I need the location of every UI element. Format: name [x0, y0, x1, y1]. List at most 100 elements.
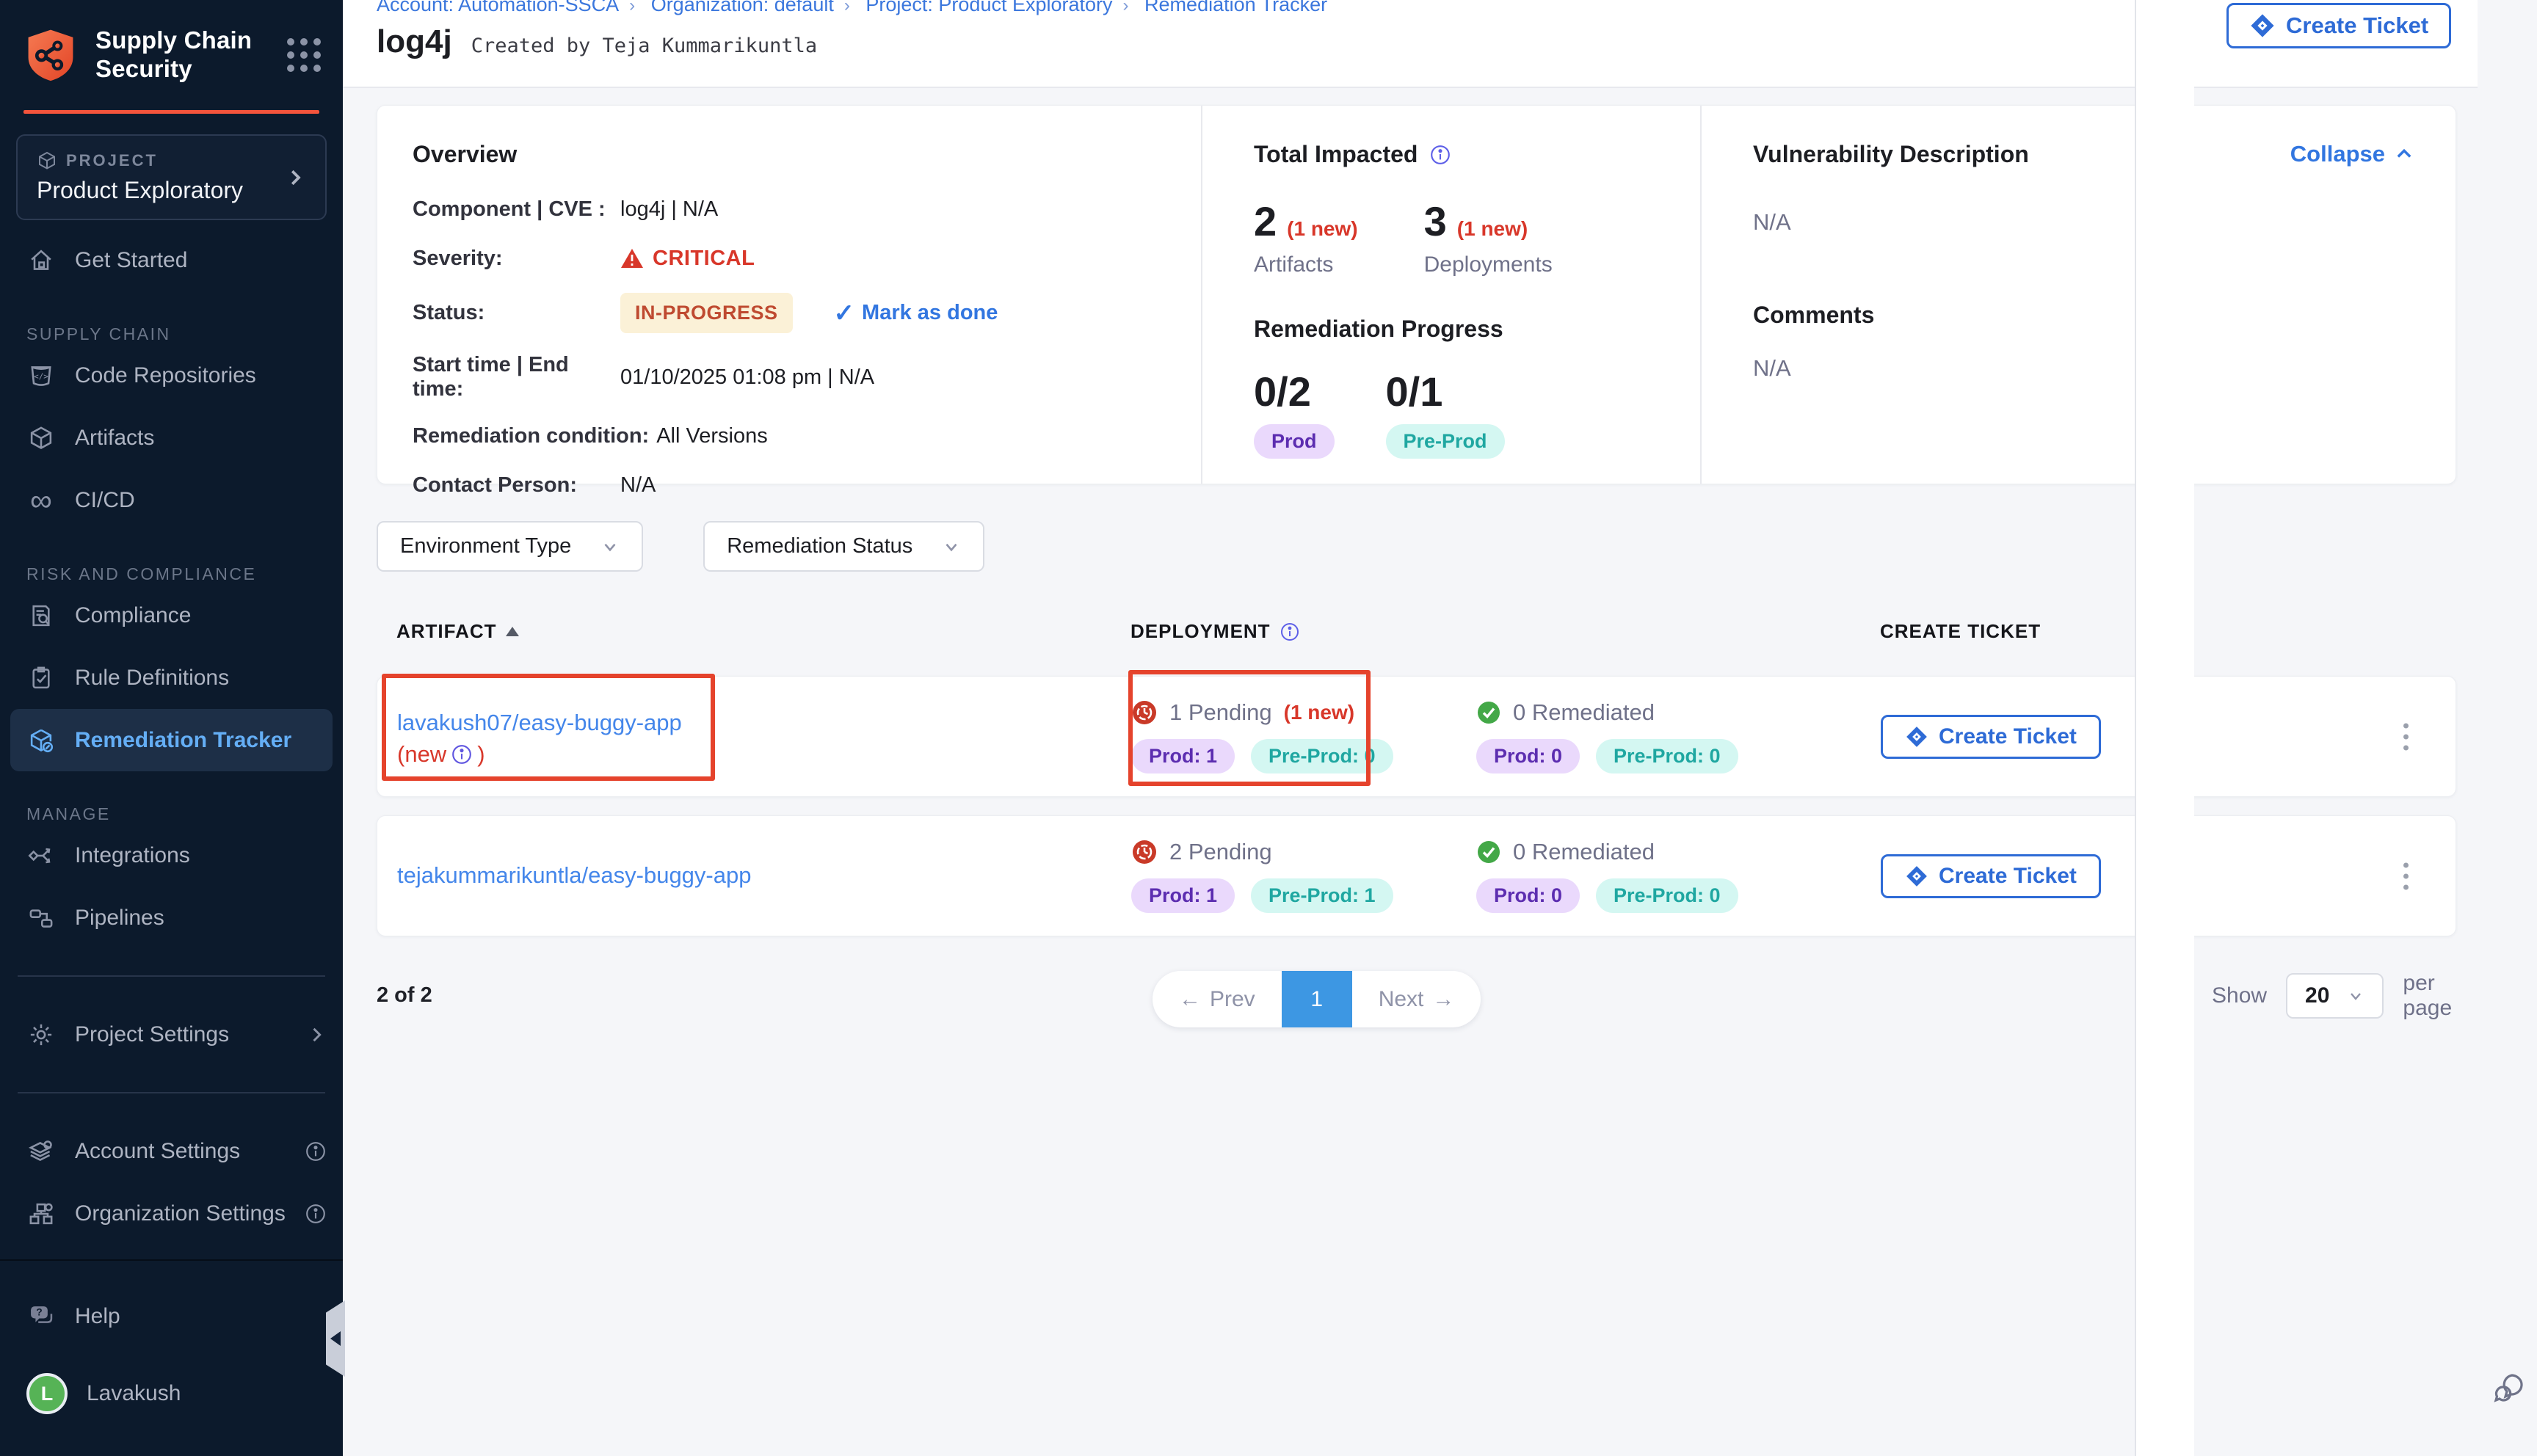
breadcrumb: Account: Automation-SSCA › Organization: … [377, 0, 1327, 16]
cube-icon [26, 425, 56, 451]
comments-heading: Comments [1753, 302, 2414, 329]
project-name: Product Exploratory [37, 177, 284, 204]
sidebar-item-label: Project Settings [75, 1022, 229, 1047]
current-page-button[interactable]: 1 [1282, 971, 1352, 1027]
app-switcher-grid-icon[interactable] [287, 38, 321, 72]
deploy-preprod-pill: Pre-Prod: 0 [1251, 739, 1393, 774]
info-icon[interactable] [1429, 144, 1451, 166]
breadcrumb-project-link[interactable]: Project: Product Exploratory [865, 0, 1112, 15]
infinity-icon: ∞ [26, 489, 56, 512]
contact-label: Contact Person: [413, 473, 620, 498]
artifacts-count: 2 [1254, 197, 1277, 245]
sidebar-item-organization-settings[interactable]: Organization Settings [0, 1182, 343, 1245]
remediation-tracker-page: Supply Chain Security PROJECT Product Ex… [0, 0, 2537, 1456]
sidebar-item-label: Organization Settings [75, 1201, 286, 1226]
project-selector[interactable]: PROJECT Product Exploratory [16, 134, 327, 220]
svg-text:?: ? [36, 1306, 43, 1318]
sidebar-item-remediation-tracker[interactable]: Remediation Tracker [10, 709, 333, 771]
check-icon: ✓ [834, 299, 855, 328]
create-ticket-button-header[interactable]: Create Ticket [2226, 3, 2451, 48]
create-ticket-button-row[interactable]: Create Ticket [1881, 715, 2101, 759]
chevron-right-icon [306, 1024, 327, 1045]
sidebar-nav: Get Started SUPPLY CHAIN </> Code Reposi… [0, 229, 343, 1245]
breadcrumb-tracker-link[interactable]: Remediation Tracker [1144, 0, 1327, 15]
sidebar-item-artifacts[interactable]: Artifacts [0, 407, 343, 469]
info-icon[interactable] [305, 1140, 327, 1162]
support-chat-icon[interactable] [2490, 1366, 2531, 1408]
sidebar-section-risk: RISK AND COMPLIANCE [0, 543, 343, 584]
environment-type-label: Environment Type [400, 534, 571, 558]
remediated-check-icon [1476, 700, 1501, 725]
status-badge: IN-PROGRESS [620, 293, 793, 333]
user-menu[interactable]: L Lavakush [0, 1353, 343, 1434]
mark-as-done-link[interactable]: ✓ Mark as done [834, 299, 998, 328]
severity-label: Severity: [413, 247, 620, 271]
breadcrumb-account-link[interactable]: Account: Automation-SSCA [377, 0, 619, 15]
artifacts-new-badge: (1 new) [1287, 217, 1357, 241]
project-cube-icon [37, 150, 57, 171]
create-ticket-button-row[interactable]: Create Ticket [1881, 854, 2101, 898]
sidebar-item-help[interactable]: ? Help [0, 1280, 343, 1353]
sidebar-item-project-settings[interactable]: Project Settings [0, 1003, 343, 1066]
remediated-check-icon [1476, 840, 1501, 864]
breadcrumb-separator: › [629, 0, 635, 15]
prev-page-button[interactable]: ← Prev [1153, 971, 1282, 1027]
page-size-select[interactable]: 20 [2286, 973, 2384, 1019]
breadcrumb-separator: › [844, 0, 850, 15]
warning-triangle-icon [620, 247, 644, 269]
pending-icon [1131, 699, 1158, 726]
sidebar-item-code-repositories[interactable]: </> Code Repositories [0, 344, 343, 407]
next-page-button[interactable]: Next → [1352, 971, 1481, 1027]
sidebar-item-get-started[interactable]: Get Started [0, 229, 343, 291]
chevron-down-icon [942, 537, 961, 556]
remediation-tracker-icon [26, 727, 56, 754]
row-menu-kebab-icon[interactable] [2396, 855, 2416, 897]
column-header-artifact[interactable]: ARTIFACT [396, 620, 519, 643]
contact-value: N/A [620, 473, 656, 498]
pagination-summary: 2 of 2 [377, 983, 432, 1008]
chevron-down-icon [600, 537, 620, 556]
scrollbar-gutter[interactable] [2135, 0, 2194, 1456]
sidebar-item-account-settings[interactable]: Account Settings [0, 1120, 343, 1182]
home-icon [26, 247, 56, 274]
info-icon[interactable] [1280, 622, 1300, 642]
sidebar-item-integrations[interactable]: Integrations [0, 824, 343, 887]
collapse-link[interactable]: Collapse [2290, 141, 2414, 167]
app-title: Supply Chain Security [95, 26, 271, 84]
artifacts-stat-label: Artifacts [1254, 252, 1358, 277]
info-icon[interactable] [305, 1203, 327, 1225]
info-icon[interactable] [451, 743, 473, 765]
overview-heading: Overview [413, 141, 1172, 168]
svg-text:</>: </> [34, 371, 48, 381]
artifact-link[interactable]: tejakummarikuntla/easy-buggy-app [397, 858, 1058, 893]
code-repository-icon: </> [26, 363, 56, 389]
sidebar-section-manage: MANAGE [0, 783, 343, 824]
remediated-prod-pill: Prod: 0 [1476, 739, 1580, 774]
total-impacted-heading: Total Impacted [1254, 141, 1418, 168]
sidebar-item-label: Remediation Tracker [75, 728, 291, 753]
sidebar-item-label: Compliance [75, 603, 191, 628]
sidebar-item-compliance[interactable]: Compliance [0, 584, 343, 647]
chevron-right-icon [284, 167, 306, 189]
row-menu-kebab-icon[interactable] [2396, 716, 2416, 757]
breadcrumb-org-link[interactable]: Organization: default [651, 0, 834, 15]
jira-diamond-icon [1905, 864, 1928, 888]
comments-value: N/A [1753, 355, 2414, 382]
sidebar-divider [18, 975, 325, 977]
severity-value: CRITICAL [620, 247, 755, 271]
sidebar-collapse-handle[interactable] [326, 1300, 345, 1377]
component-cve-value: log4j | N/A [620, 197, 718, 222]
sort-ascending-icon [506, 627, 519, 636]
pending-count: 1 Pending [1169, 699, 1272, 726]
remediation-status-filter[interactable]: Remediation Status [703, 521, 984, 572]
page-size-value: 20 [2305, 983, 2329, 1008]
environment-type-filter[interactable]: Environment Type [377, 521, 643, 572]
sidebar-item-pipelines[interactable]: Pipelines [0, 887, 343, 949]
prod-pill: Prod [1254, 424, 1335, 459]
sidebar-item-label: Help [75, 1304, 120, 1329]
artifact-link[interactable]: lavakush07/easy-buggy-app [397, 710, 682, 735]
pending-count: 2 Pending [1169, 839, 1272, 865]
overview-column: Overview Component | CVE : log4j | N/A S… [377, 106, 1202, 484]
sidebar-item-rule-definitions[interactable]: Rule Definitions [0, 647, 343, 709]
sidebar-item-cicd[interactable]: ∞ CI/CD [0, 469, 343, 531]
